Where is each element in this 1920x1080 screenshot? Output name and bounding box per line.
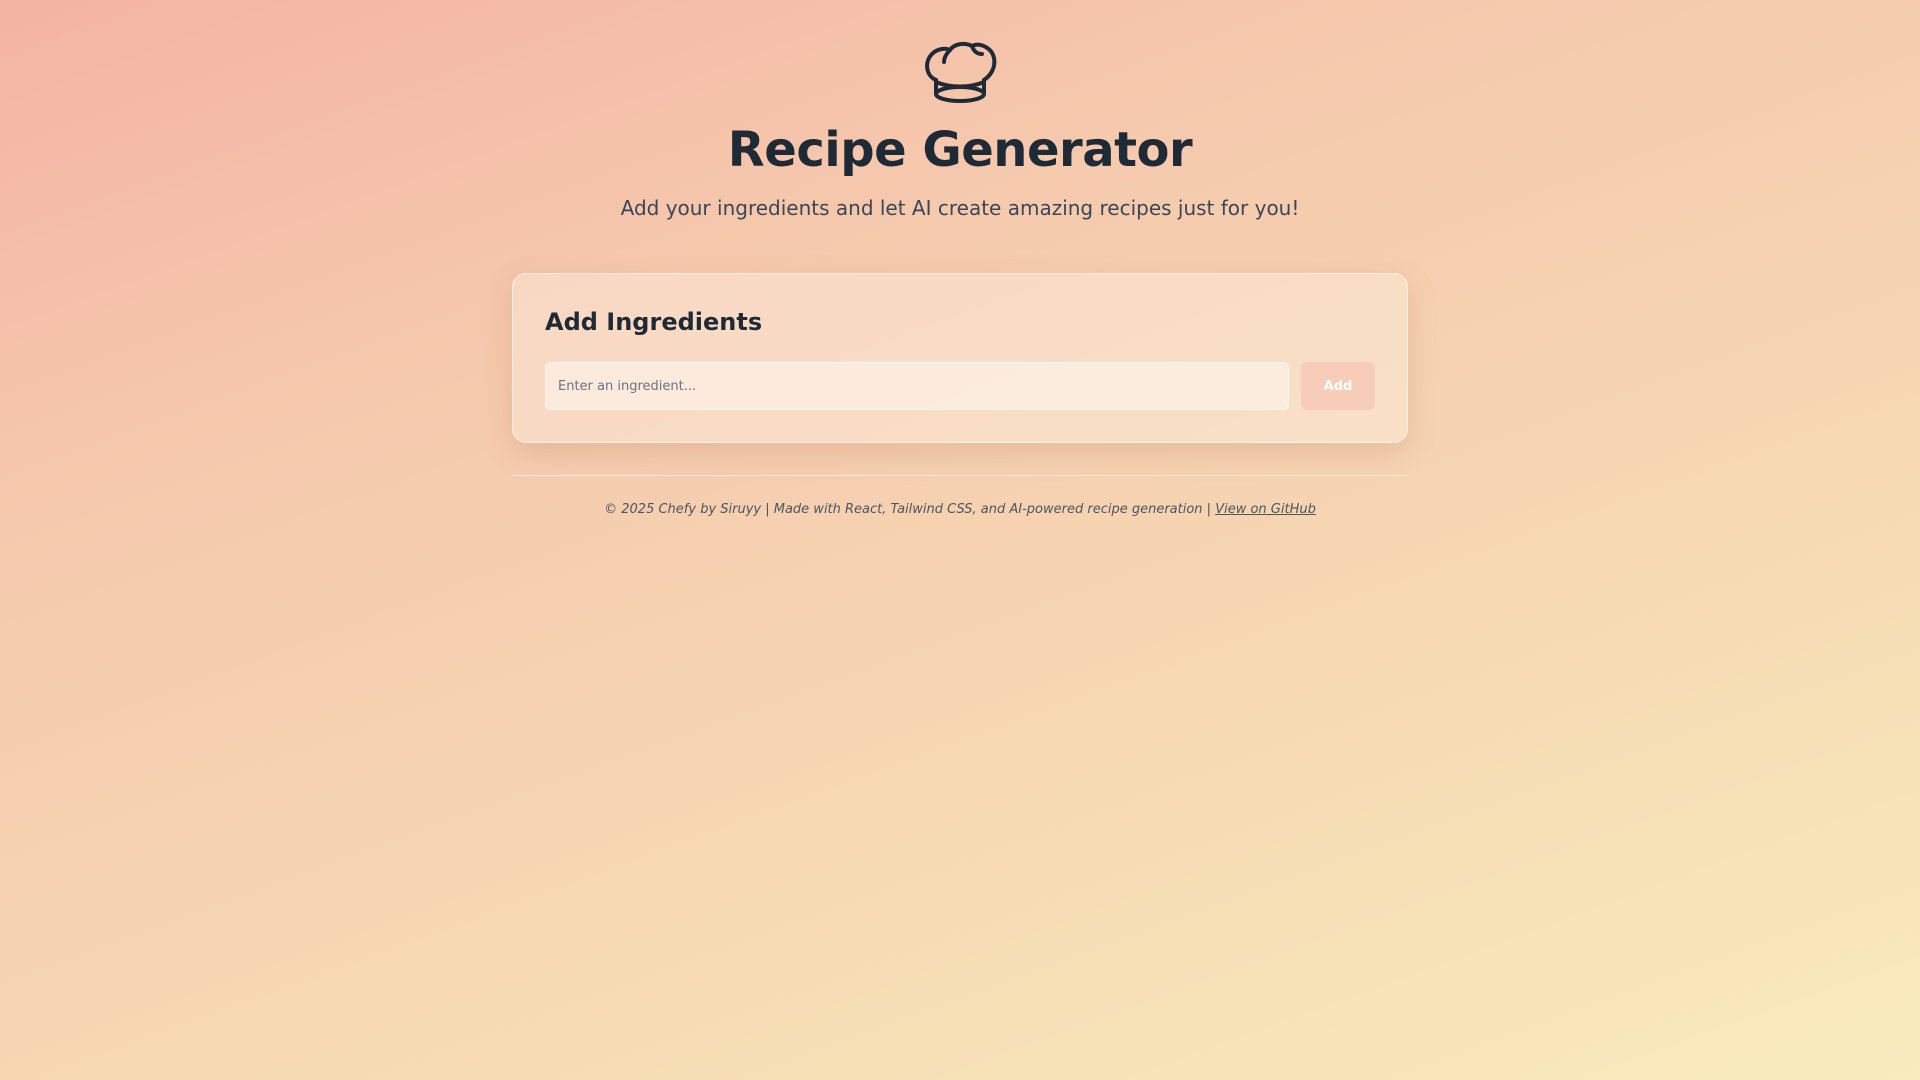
card-title: Add Ingredients	[545, 308, 763, 336]
footer-text: © 2025 Chefy by Siruyy | Made with React…	[604, 502, 1212, 517]
chef-hat-icon	[925, 41, 997, 103]
page-title: Recipe Generator	[727, 122, 1193, 178]
add-button[interactable]: Add	[1301, 362, 1375, 410]
add-ingredients-card: Add Ingredients Add	[512, 273, 1408, 443]
page: Recipe Generator Add your ingredients an…	[0, 0, 1920, 1080]
footer: © 2025 Chefy by Siruyy | Made with React…	[0, 502, 1920, 517]
github-link[interactable]: View on GitHub	[1215, 502, 1316, 517]
page-subtitle: Add your ingredients and let AI create a…	[620, 196, 1300, 220]
footer-divider	[512, 475, 1408, 476]
ingredient-input[interactable]	[545, 362, 1289, 410]
